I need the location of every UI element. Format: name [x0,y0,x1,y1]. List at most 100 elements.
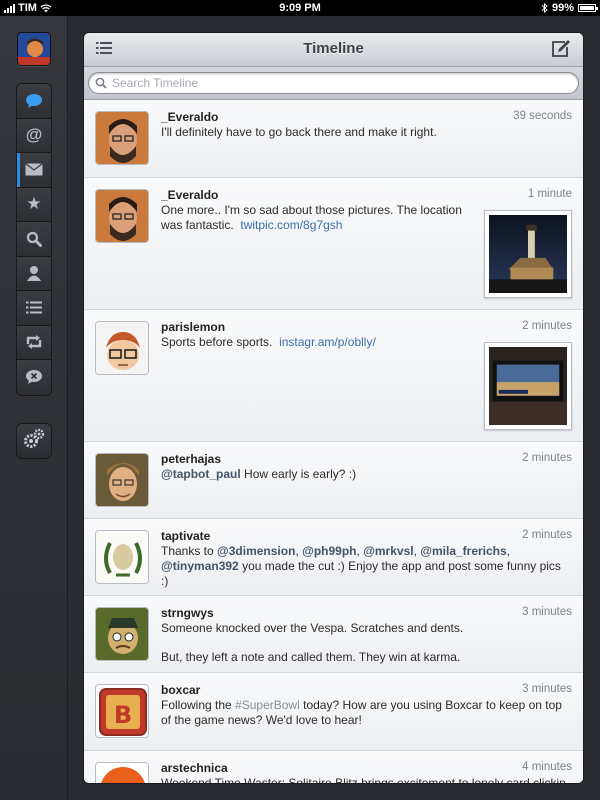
tweet-username[interactable]: parislemon [161,320,225,334]
tweet-text: Sports before sports. instagr.am/p/oblly… [161,335,481,350]
tweet-timestamp: 2 minutes [522,529,572,541]
svg-text:B: B [114,701,132,729]
user-avatar[interactable] [95,530,149,584]
tv-game-photo [489,347,567,425]
tweet-row[interactable]: B boxcar 3 minutes Following the #SuperB… [84,673,583,751]
tweet-text-body: How early is early? :) [244,467,357,481]
tweet-timestamp: 3 minutes [522,683,572,695]
tweet-text-body: Sports before sports. [161,335,273,349]
tweet-row[interactable]: peterhajas 2 minutes @tapbot_paul How ea… [84,442,583,519]
battery-percent: 99% [551,2,574,14]
sidebar-item-search[interactable] [17,222,51,257]
tweet-text: @tapbot_paul How early is early? :) [161,467,566,482]
sidebar-item-profile[interactable] [17,256,51,291]
sidebar-item-retweets[interactable] [17,325,51,360]
tweet-username[interactable]: boxcar [161,683,200,697]
tweet-text: Following the #SuperBowl today? How are … [161,698,566,728]
tweet-mention[interactable]: @ph99ph [302,544,356,558]
tweet-username[interactable]: arstechnica [161,761,228,775]
sidebar-item-lists[interactable] [17,291,51,326]
page-title: Timeline [303,40,364,57]
tweet-timestamp: 2 minutes [522,452,572,464]
retweet-icon [25,333,43,351]
tweet-text: Weekend Time Waster: Solitaire Blitz bri… [161,776,566,784]
user-avatar[interactable] [95,453,149,507]
sidebar-item-mentions[interactable]: @ [17,118,51,153]
tweet-row[interactable]: arstechnica 4 minutes Weekend Time Waste… [84,751,583,784]
gears-icon [22,427,46,456]
account-avatar-button[interactable] [17,32,51,66]
tweet-text-body: Thanks to [161,544,214,558]
tweet-timestamp: 39 seconds [513,110,572,122]
tweet-row[interactable]: _Everaldo 1 minute One more.. I'm so sad… [84,178,583,310]
user-avatar[interactable] [95,607,149,661]
settings-button[interactable] [16,423,52,459]
user-avatar[interactable] [95,321,149,375]
magnifier-icon [25,230,43,248]
compose-button[interactable] [551,39,571,59]
at-sign-icon: @ [25,125,43,145]
tweet-row[interactable]: strngwys 3 minutes Someone knocked over … [84,596,583,673]
media-thumbnail[interactable] [484,210,572,298]
tweet-mention[interactable]: @tinyman392 [161,559,239,573]
bluetooth-icon [541,3,548,13]
tweet-username[interactable]: peterhajas [161,452,221,466]
tweet-link[interactable]: instagr.am/p/oblly/ [279,335,376,349]
user-avatar[interactable] [95,111,149,165]
tweet-timestamp: 2 minutes [522,320,572,332]
envelope-icon [25,161,43,179]
compose-icon [552,40,570,57]
tweet-mention[interactable]: @3dimension [217,544,295,558]
tweet-text-body: Someone knocked over the Vespa. Scratche… [161,621,464,635]
star-icon: ★ [26,194,42,214]
tweet-mention[interactable]: @mrkvsl [363,544,413,558]
user-avatar[interactable] [95,189,149,243]
account-avatar-image [18,33,50,65]
timeline-list: _Everaldo 39 seconds I'll definitely hav… [84,100,583,784]
tweet-username[interactable]: strngwys [161,606,214,620]
tweet-username[interactable]: taptivate [161,529,210,543]
tweet-link[interactable]: twitpic.com/8g7gsh [240,218,342,232]
user-avatar[interactable]: B [95,684,149,738]
user-avatar[interactable] [95,762,149,783]
person-icon [25,264,43,282]
sidebar-item-favorites[interactable]: ★ [17,187,51,222]
tweet-username[interactable]: _Everaldo [161,188,218,202]
tweet-text-body: Following the [161,698,232,712]
timeline-panel: Timeline _Everaldo 39 seconds I'll defin… [83,32,584,784]
tweet-timestamp: 4 minutes [522,761,572,773]
mute-bubble-icon [25,368,43,386]
search-icon [95,77,107,89]
tweet-username[interactable]: _Everaldo [161,110,218,124]
tweet-hashtag[interactable]: #SuperBowl [235,698,300,712]
tweet-timestamp: 3 minutes [522,606,572,618]
tweet-row[interactable]: taptivate 2 minutes Thanks to @3dimensio… [84,519,583,596]
speech-bubble-icon [25,92,43,110]
tweet-text: I'll definitely have to go back there an… [161,125,437,139]
tweet-row[interactable]: _Everaldo 39 seconds I'll definitely hav… [84,100,583,178]
clock: 9:09 PM [279,2,321,14]
sidebar-item-timeline[interactable] [17,84,51,119]
media-thumbnail[interactable] [484,342,572,430]
sidebar: @ ★ [0,16,68,800]
tweet-timestamp: 1 minute [527,188,572,200]
search-bar [84,67,583,100]
comma: , [506,544,511,558]
sidebar-nav: @ ★ [16,83,52,396]
sidebar-item-mute[interactable] [17,360,51,395]
tweet-text: Someone knocked over the Vespa. Scratche… [161,621,566,665]
lighthouse-photo [489,215,567,293]
tweet-row[interactable]: parislemon 2 minutes Sports before sport… [84,310,583,442]
status-bar: TIM 9:09 PM 99% [0,0,600,16]
title-bar: Timeline [84,33,583,67]
search-input[interactable] [112,76,532,90]
tweet-mention[interactable]: @mila_frerichs [420,544,506,558]
comma: , [295,544,299,558]
battery-indicator: 99% [541,2,598,14]
tweet-text: One more.. I'm so sad about those pictur… [161,203,481,233]
search-field[interactable] [88,72,579,94]
comma: , [356,544,360,558]
tweet-mention[interactable]: @tapbot_paul [161,467,241,481]
sidebar-item-messages[interactable] [17,153,51,188]
tweet-text: Thanks to @3dimension, @ph99ph, @mrkvsl,… [161,544,566,589]
